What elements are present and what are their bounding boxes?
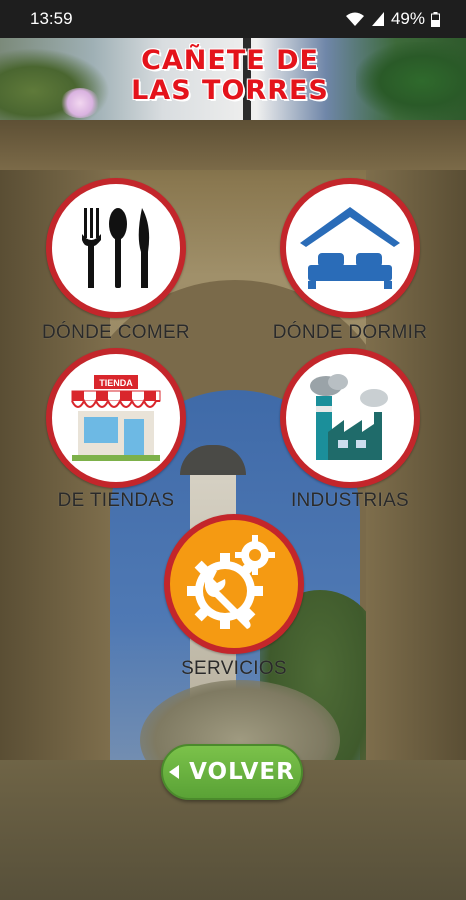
app-title: CAÑETE DE LAS TORRES <box>110 46 350 106</box>
status-icons: 49% <box>345 9 440 29</box>
menu-label-servicios: SERVICIOS <box>181 658 287 679</box>
menu-label-de-tiendas: DE TIENDAS <box>57 490 175 511</box>
title-line-2: LAS TORRES <box>131 75 329 106</box>
title-line-1: CAÑETE DE <box>141 45 319 76</box>
battery-icon <box>431 11 440 27</box>
menu-item-donde-comer[interactable] <box>46 178 186 318</box>
header-plant-right <box>356 42 466 120</box>
menu-label-donde-dormir: DÓNDE DORMIR <box>272 322 428 343</box>
status-time: 13:59 <box>30 9 73 28</box>
cutlery-icon <box>82 208 150 288</box>
store-icon: TIENDA <box>71 375 161 461</box>
signal-icon <box>371 12 384 26</box>
lintel <box>0 120 466 170</box>
menu-label-industrias: INDUSTRIAS <box>290 490 410 511</box>
status-bar: 13:59 49% <box>0 0 466 38</box>
de-tiendas-circle: TIENDA <box>46 348 186 488</box>
donde-comer-circle <box>46 178 186 318</box>
bed-icon <box>300 207 400 289</box>
menu-item-de-tiendas[interactable]: TIENDA <box>46 348 186 488</box>
servicios-circle <box>164 514 304 654</box>
menu-item-servicios[interactable] <box>164 514 304 654</box>
header-flower <box>60 88 100 118</box>
back-arrow-icon <box>169 765 180 779</box>
menu-item-donde-dormir[interactable] <box>280 178 420 318</box>
menu-label-donde-comer: DÓNDE COMER <box>42 322 190 343</box>
donde-dormir-circle <box>280 178 420 318</box>
menu-item-industrias[interactable] <box>280 348 420 488</box>
volver-label: VOLVER <box>189 759 295 785</box>
volver-button[interactable]: VOLVER <box>161 744 303 800</box>
battery-percent: 49% <box>390 9 425 28</box>
gear-wrench-icon <box>187 535 275 629</box>
industrias-circle <box>280 348 420 488</box>
header-banner: CAÑETE DE LAS TORRES <box>0 38 466 120</box>
store-sign-text: TIENDA <box>99 378 133 388</box>
factory-icon <box>310 374 388 460</box>
wifi-icon <box>345 12 364 26</box>
